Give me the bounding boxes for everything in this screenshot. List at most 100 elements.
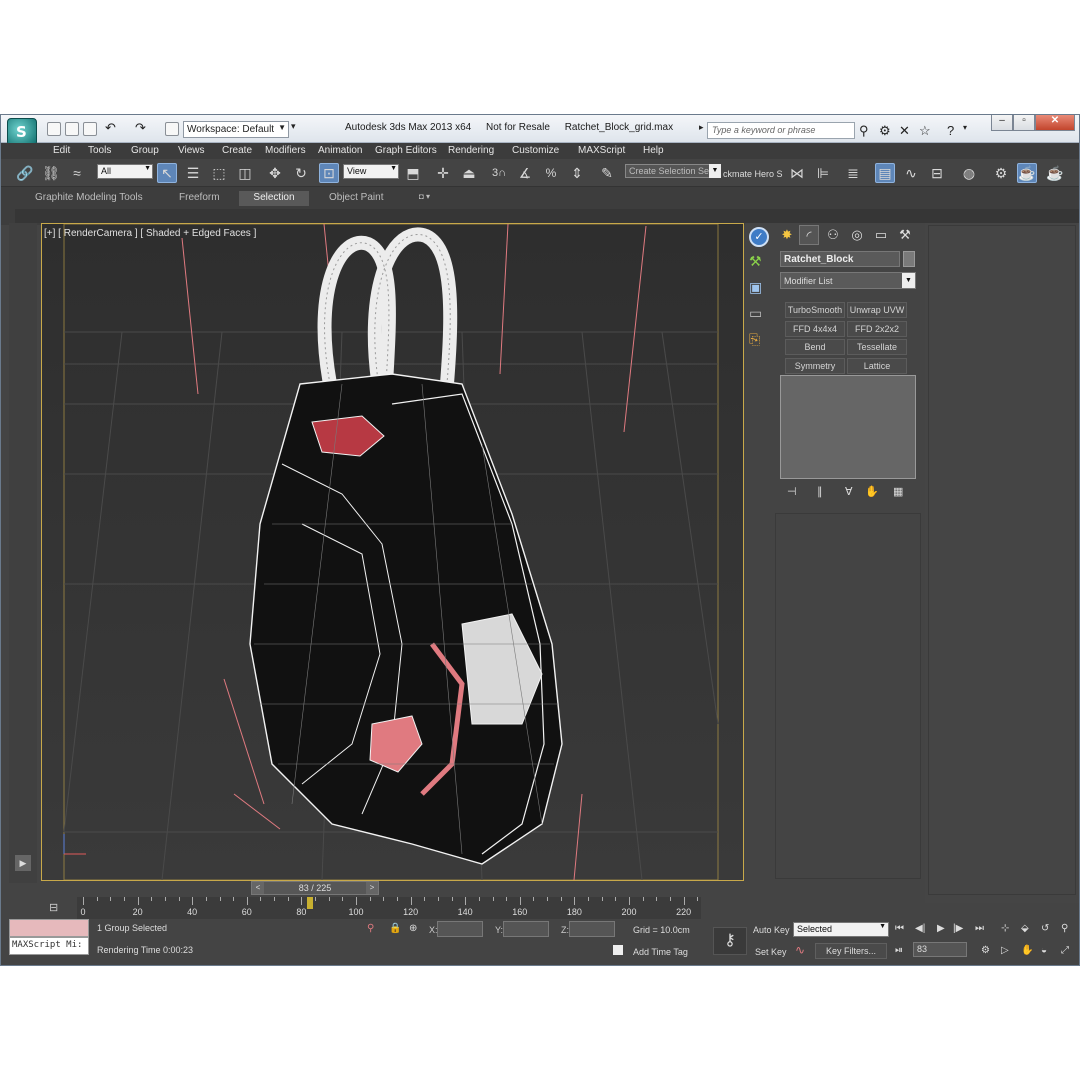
layer-manager-icon[interactable]: ≣ <box>843 163 863 183</box>
menu-modifiers[interactable]: Modifiers <box>265 145 306 156</box>
schematic-view-icon[interactable]: ⊟ <box>927 163 947 183</box>
zoom-icon[interactable]: ⊹ <box>1001 923 1009 934</box>
add-time-tag-button[interactable]: Add Time Tag <box>633 947 688 957</box>
absolute-mode-icon[interactable]: ⊕ <box>409 923 417 934</box>
auto-key-button[interactable]: Auto Key <box>753 925 790 935</box>
new-file-icon[interactable] <box>47 122 61 136</box>
reference-coordinate-dropdown[interactable]: View ▼ <box>343 164 399 179</box>
menu-graph-editors[interactable]: Graph Editors <box>375 145 437 156</box>
maxscript-output[interactable] <box>9 919 89 937</box>
material-editor-icon[interactable]: ◍ <box>959 163 979 183</box>
key-mode-toggle-icon[interactable]: ⏯ <box>895 945 903 956</box>
z-coordinate-field[interactable] <box>569 921 615 937</box>
selection-filter-dropdown[interactable]: All ▼ <box>97 164 153 179</box>
move-icon[interactable]: ✥ <box>265 163 285 183</box>
mini-curve-editor-icon[interactable]: ⊟ <box>49 901 58 914</box>
menu-maxscript[interactable]: MAXScript <box>578 145 625 156</box>
tab-graphite-modeling-tools[interactable]: Graphite Modeling Tools <box>29 191 149 206</box>
graphite-toggle-icon[interactable]: ▤ <box>875 163 895 183</box>
ffd-4x4x4-button[interactable]: FFD 4x4x4 <box>785 321 845 337</box>
current-frame-field[interactable]: 83 <box>913 942 967 957</box>
communication-icon[interactable]: ✕ <box>899 123 910 139</box>
next-frame-icon[interactable]: > <box>366 882 378 894</box>
ribbon-options-icon[interactable]: ◘ ▾ <box>413 191 436 206</box>
tessellate-button[interactable]: Tessellate <box>847 339 907 355</box>
y-coordinate-field[interactable] <box>503 921 549 937</box>
pivot-point-icon[interactable]: ⬒ <box>403 163 423 183</box>
percent-snap-icon[interactable]: % <box>541 163 561 183</box>
drill-icon[interactable]: ⚒ <box>749 253 762 270</box>
add-time-tag-checkbox[interactable] <box>613 945 623 955</box>
chevron-down-icon[interactable]: ▼ <box>709 164 721 178</box>
bend-button[interactable]: Bend <box>785 339 845 355</box>
menu-customize[interactable]: Customize <box>512 145 559 156</box>
rectangle-selection-icon[interactable]: ⬚ <box>209 163 229 183</box>
menu-animation[interactable]: Animation <box>318 145 362 156</box>
configure-modifier-sets-icon[interactable]: ▦ <box>893 485 903 498</box>
set-key-icon[interactable]: ⚷ <box>713 927 747 955</box>
keyboard-shortcut-override-icon[interactable]: ⏏ <box>459 163 479 183</box>
key-mode-dropdown[interactable]: Selected ▼ <box>793 922 889 937</box>
workspace-dropdown[interactable]: Workspace: Default ▼ <box>183 121 289 138</box>
align-icon[interactable]: ⊫ <box>813 163 833 183</box>
go-to-start-icon[interactable]: ⏮ <box>895 923 904 934</box>
rotate-icon[interactable]: ↻ <box>291 163 311 183</box>
utilities-tab-icon[interactable]: ⚒ <box>895 225 915 245</box>
favorites-star-icon[interactable]: ☆ <box>919 123 931 139</box>
tab-selection[interactable]: Selection <box>239 191 309 206</box>
help-icon[interactable]: ? <box>947 123 954 138</box>
lattice-button[interactable]: Lattice <box>847 358 907 374</box>
select-manipulate-icon[interactable]: ✛ <box>433 163 453 183</box>
pin-stack-icon[interactable]: ⊣ <box>787 485 797 498</box>
symmetry-button[interactable]: Symmetry <box>785 358 845 374</box>
mirror-icon[interactable]: ⋈ <box>787 163 807 183</box>
menu-edit[interactable]: Edit <box>53 145 70 156</box>
next-key-icon[interactable]: |▶ <box>953 923 963 934</box>
angle-snap-icon[interactable]: ∡ <box>515 163 535 183</box>
scale-icon[interactable]: ⊡ <box>319 163 339 183</box>
minimize-button[interactable]: – <box>991 115 1013 131</box>
render-icon[interactable]: ▣ <box>749 279 762 296</box>
select-object-icon[interactable]: ↖ <box>157 163 177 183</box>
unlink-icon[interactable]: ⛓ <box>41 163 61 183</box>
prev-frame-icon[interactable]: < <box>252 882 264 894</box>
subscription-icon[interactable]: ⚙ <box>879 123 891 139</box>
previous-key-icon[interactable]: ◀| <box>915 923 925 934</box>
open-file-icon[interactable] <box>65 122 79 136</box>
viewport[interactable]: [+] [ RenderCamera ] [ Shaded + Edged Fa… <box>41 223 744 881</box>
modifier-list-dropdown[interactable]: Modifier List ▼ <box>780 272 916 289</box>
ffd-2x2x2-button[interactable]: FFD 2x2x2 <box>847 321 907 337</box>
track-bar[interactable]: 0 20 40 60 80 100 120 140 160 180 200 220 <box>77 897 701 919</box>
orbit-icon[interactable]: ↺ <box>1041 923 1049 934</box>
expand-viewport-layouts-icon[interactable]: ▶ <box>15 855 31 871</box>
tab-freeform[interactable]: Freeform <box>173 191 226 206</box>
named-selection-set-input[interactable]: Create Selection Se <box>625 164 721 178</box>
create-tab-icon[interactable]: ✸ <box>777 225 797 245</box>
show-end-result-icon[interactable]: ∥ <box>817 485 823 498</box>
key-mode-curve-icon[interactable]: ∿ <box>795 943 805 957</box>
turbosmooth-button[interactable]: TurboSmooth <box>785 302 845 318</box>
render-production-icon[interactable]: ☕ <box>1045 163 1065 183</box>
pan-icon[interactable]: ✋ <box>1021 945 1033 956</box>
window-crossing-icon[interactable]: ◫ <box>235 163 255 183</box>
remove-modifier-icon[interactable]: ✋ <box>865 485 879 498</box>
tab-object-paint[interactable]: Object Paint <box>323 191 389 206</box>
binoculars-icon[interactable]: ⚲ <box>859 123 869 139</box>
curve-editor-icon[interactable]: ∿ <box>901 163 921 183</box>
render-setup-icon[interactable]: ⚙ <box>991 163 1011 183</box>
menu-create[interactable]: Create <box>222 145 252 156</box>
play-icon[interactable]: ▶ <box>937 923 945 934</box>
search-expand-icon[interactable]: ▸ <box>699 122 704 133</box>
search-input[interactable]: Type a keyword or phrase <box>707 122 855 139</box>
check-icon[interactable]: ✓ <box>749 227 769 247</box>
maximize-viewport-icon[interactable]: ⚲ <box>1061 923 1068 934</box>
make-unique-icon[interactable]: ∀ <box>845 485 853 498</box>
viewport-label[interactable]: [+] [ RenderCamera ] [ Shaded + Edged Fa… <box>44 228 256 239</box>
menu-group[interactable]: Group <box>131 145 159 156</box>
set-key-button[interactable]: Set Key <box>755 947 787 957</box>
snaps-toggle-icon[interactable]: 3 ∩ <box>489 163 509 183</box>
undo-icon[interactable]: ↶ <box>105 120 116 136</box>
time-configuration-icon[interactable]: ⚙ <box>981 945 990 956</box>
display-icon[interactable]: ▭ <box>749 305 762 322</box>
bind-space-warp-icon[interactable]: ≈ <box>67 163 87 183</box>
